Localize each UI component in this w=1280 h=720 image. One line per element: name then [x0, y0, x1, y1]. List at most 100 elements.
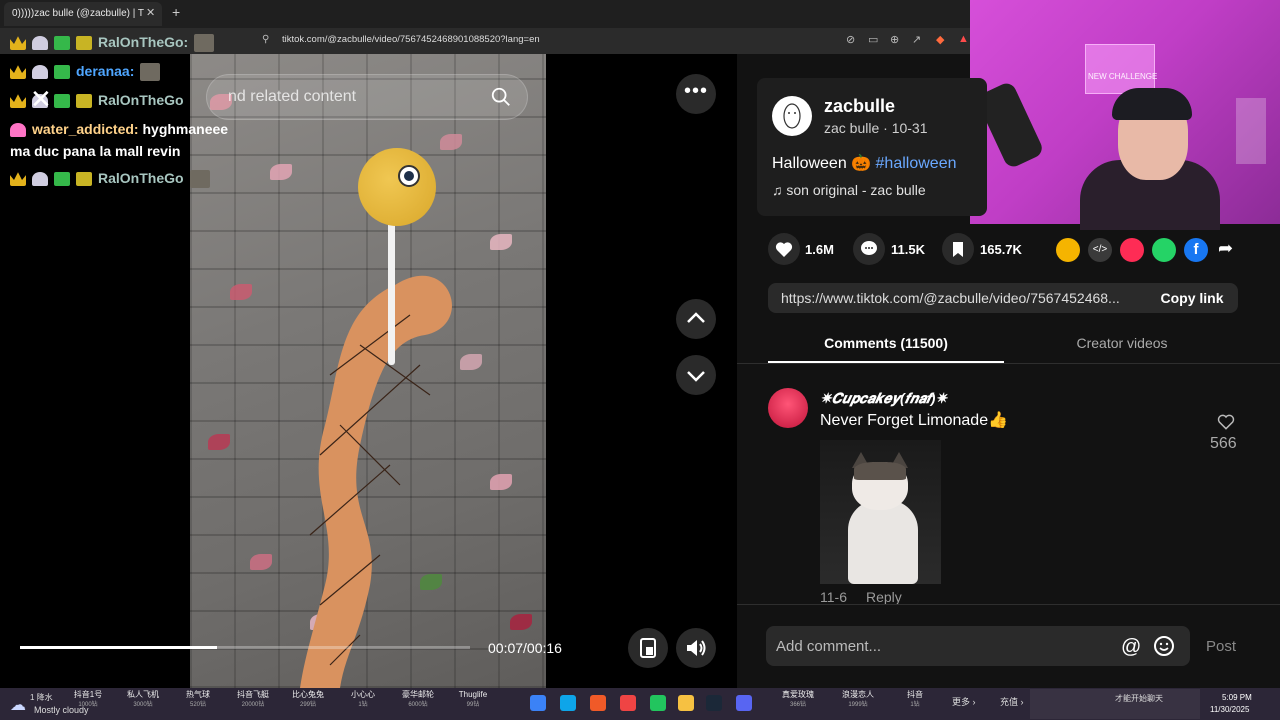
site-info-icon[interactable]: ⚲: [262, 34, 269, 45]
comment-like-icon[interactable]: [1216, 412, 1236, 432]
gift-item[interactable]: 比心兔兔 299钻: [278, 690, 338, 710]
crown-badge-icon: [10, 172, 26, 187]
emote-icon: [194, 34, 215, 53]
discord-icon[interactable]: [736, 695, 752, 711]
gift-item[interactable]: 小心心 1钻: [333, 690, 393, 710]
share-link-text[interactable]: https://www.tiktok.com/@zacbulle/video/7…: [781, 290, 1120, 306]
crown-badge-icon: [10, 94, 26, 109]
app-icon[interactable]: [620, 695, 636, 711]
gift-badge-icon: [54, 172, 70, 187]
facebook-icon[interactable]: f: [1184, 238, 1208, 262]
previous-video-button[interactable]: [676, 299, 716, 339]
new-tab-button[interactable]: +: [172, 4, 180, 20]
volume-icon: [687, 640, 706, 656]
gift-item[interactable]: 真爱玫瑰 366钻: [768, 690, 828, 710]
embed-icon[interactable]: </>: [1088, 238, 1112, 262]
brave-shield-icon[interactable]: ◆: [936, 33, 944, 46]
picture-in-picture-button[interactable]: [628, 628, 668, 668]
comment-input[interactable]: Add comment...: [776, 638, 881, 655]
bookmark-icon: [953, 242, 963, 257]
file-app-icon[interactable]: [560, 695, 576, 711]
gift-item[interactable]: 抖音飞艇 20000钻: [223, 690, 283, 710]
close-tab-icon[interactable]: ✕: [146, 6, 155, 19]
commenter-avatar[interactable]: [768, 388, 808, 428]
related-search-text: nd related content: [228, 88, 357, 105]
gift-item[interactable]: 浪漫恋人 1999钻: [828, 690, 888, 710]
gift-label: 抖音1号: [73, 690, 103, 699]
music-link[interactable]: ♫ son original - zac bulle: [772, 182, 926, 198]
gift-price: 520钻: [189, 702, 206, 708]
gift-price: 99钻: [466, 702, 480, 708]
webcam-beanie: [1112, 88, 1192, 120]
creator-avatar[interactable]: [772, 96, 812, 136]
crown-badge-icon: [10, 36, 26, 51]
gift-price: 1999钻: [848, 702, 868, 708]
chat-row: RalOnTheGo: [10, 170, 216, 192]
more-options-button[interactable]: •••: [676, 74, 716, 114]
emoji-icon[interactable]: [1152, 634, 1176, 658]
reader-icon[interactable]: ⊘: [846, 33, 855, 46]
share-arrow-icon[interactable]: ➦: [1218, 238, 1233, 259]
app-icon[interactable]: [650, 695, 666, 711]
whatsapp-icon[interactable]: [1152, 238, 1176, 262]
gift-item[interactable]: 私人飞机 3000钻: [113, 690, 173, 710]
url-text[interactable]: tiktok.com/@zacbulle/video/7567452468901…: [282, 34, 540, 45]
gift-label: 比心兔兔: [292, 690, 324, 699]
gift-item[interactable]: Thuglife 99钻: [443, 690, 503, 710]
repost-icon[interactable]: [1056, 238, 1080, 262]
compose-divider: [737, 604, 1280, 605]
chat-username: water_addicted:: [32, 121, 139, 137]
more-gifts-link[interactable]: 更多 ›: [952, 695, 976, 708]
zoom-icon[interactable]: ⊕: [890, 33, 899, 46]
gift-item[interactable]: 抖音1号 1000钻: [58, 690, 118, 710]
chat-message: ma duc pana la mall revin: [10, 143, 181, 159]
recharge-link[interactable]: 充值 ›: [1000, 695, 1024, 708]
send-icon[interactable]: [1120, 238, 1144, 262]
gift-label: 豪华邮轮: [402, 690, 434, 699]
volume-button[interactable]: [676, 628, 716, 668]
close-icon[interactable]: ✕: [30, 84, 52, 115]
next-video-button[interactable]: [676, 355, 716, 395]
mention-icon[interactable]: @: [1121, 636, 1141, 659]
windows-start-icon[interactable]: [530, 695, 546, 711]
copy-link-button[interactable]: Copy link: [1146, 283, 1238, 313]
gift-item[interactable]: 抖音 1钻: [885, 690, 945, 710]
comment-date: 11-6: [820, 589, 847, 605]
lollipop-stick: [388, 210, 395, 365]
clock-time[interactable]: 5:09 PM: [1222, 693, 1252, 702]
steam-icon[interactable]: [706, 695, 722, 711]
gift-price: 299钻: [299, 702, 316, 708]
creator-username[interactable]: zacbulle: [824, 96, 895, 117]
gift-item[interactable]: 豪华邮轮 6000钻: [388, 690, 448, 710]
folder-icon[interactable]: [678, 695, 694, 711]
gift-label: Thuglife: [458, 690, 488, 699]
comment-button[interactable]: [853, 233, 885, 265]
webcam-shelf: [1236, 98, 1266, 164]
tab-creator-videos[interactable]: Creator videos: [1004, 335, 1240, 351]
weather-temp: 1 降水: [30, 693, 53, 702]
search-icon[interactable]: [490, 86, 512, 108]
chat-username: RalOnTheGo: [98, 170, 184, 186]
gift-price: 6000钻: [408, 702, 428, 708]
lollipop-pupil: [404, 171, 414, 181]
save-button[interactable]: [942, 233, 974, 265]
hashtag-link[interactable]: #halloween: [876, 155, 957, 172]
gift-item[interactable]: 热气球 520钻: [168, 690, 228, 710]
sub-badge-icon: [76, 36, 92, 51]
commenter-name[interactable]: ✷𝑪𝒖𝒑𝒄𝒂𝒌𝒆𝒚(𝒇𝒏𝒂𝒇)✷: [820, 390, 947, 407]
avatar-face-icon: [783, 103, 801, 129]
like-button[interactable]: [768, 233, 800, 265]
post-button[interactable]: Post: [1206, 638, 1236, 655]
gift-label: 私人飞机: [127, 690, 159, 699]
post-caption: Halloween 🎃 #halloween: [772, 153, 956, 173]
browser-tab[interactable]: 0)))))zac bulle (@zacbulle) | T: [4, 2, 162, 26]
clock-date[interactable]: 11/30/2025: [1210, 705, 1249, 714]
rewards-icon[interactable]: ▲: [958, 33, 969, 45]
gift-price: 3000钻: [133, 702, 153, 708]
brave-icon[interactable]: [590, 695, 606, 711]
tab-comments[interactable]: Comments (11500): [768, 335, 1004, 351]
share-icon[interactable]: ↗: [912, 33, 921, 46]
cloud-icon[interactable]: ☁: [10, 695, 26, 715]
cast-icon[interactable]: ▭: [868, 33, 878, 46]
reply-button[interactable]: Reply: [866, 589, 902, 605]
